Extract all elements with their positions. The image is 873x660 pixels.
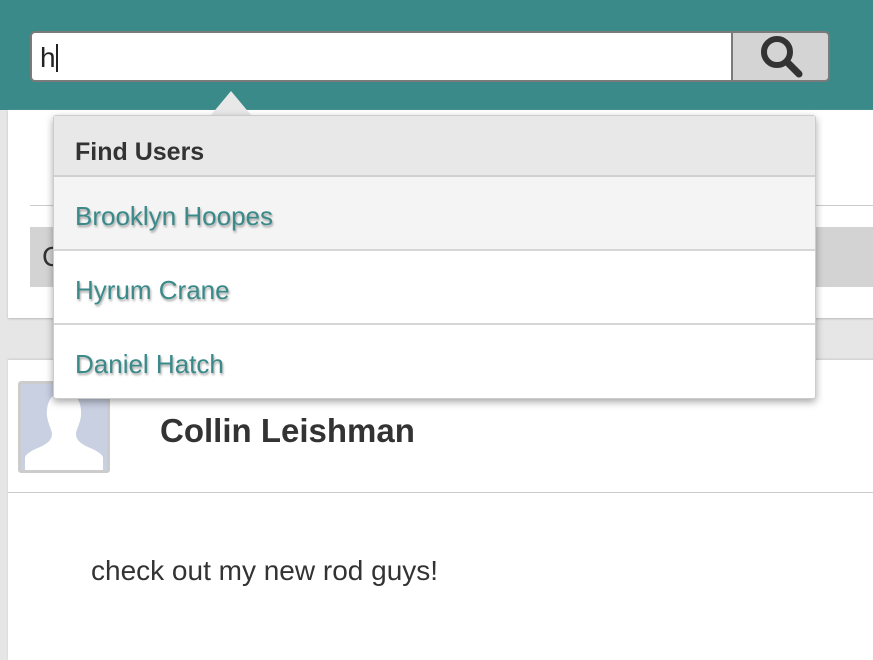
post-text: check out my new rod guys! — [91, 555, 439, 586]
user-result[interactable]: Brooklyn Hoopes — [54, 177, 815, 251]
dropdown-header: Find Users — [54, 116, 815, 177]
search-icon — [760, 35, 802, 77]
search-value: h — [40, 42, 56, 73]
post-author[interactable]: Collin Leishman — [160, 412, 415, 450]
search-button[interactable] — [731, 31, 830, 82]
top-bar: h — [0, 0, 873, 110]
search-input[interactable]: h — [30, 31, 731, 82]
post-card — [8, 360, 873, 660]
user-result[interactable]: Hyrum Crane — [54, 251, 815, 325]
divider — [8, 492, 873, 493]
user-search-dropdown: Find Users Brooklyn Hoopes Hyrum Crane D… — [53, 115, 816, 399]
user-result[interactable]: Daniel Hatch — [54, 325, 815, 399]
text-cursor — [55, 44, 58, 72]
dropdown-caret — [211, 91, 251, 115]
